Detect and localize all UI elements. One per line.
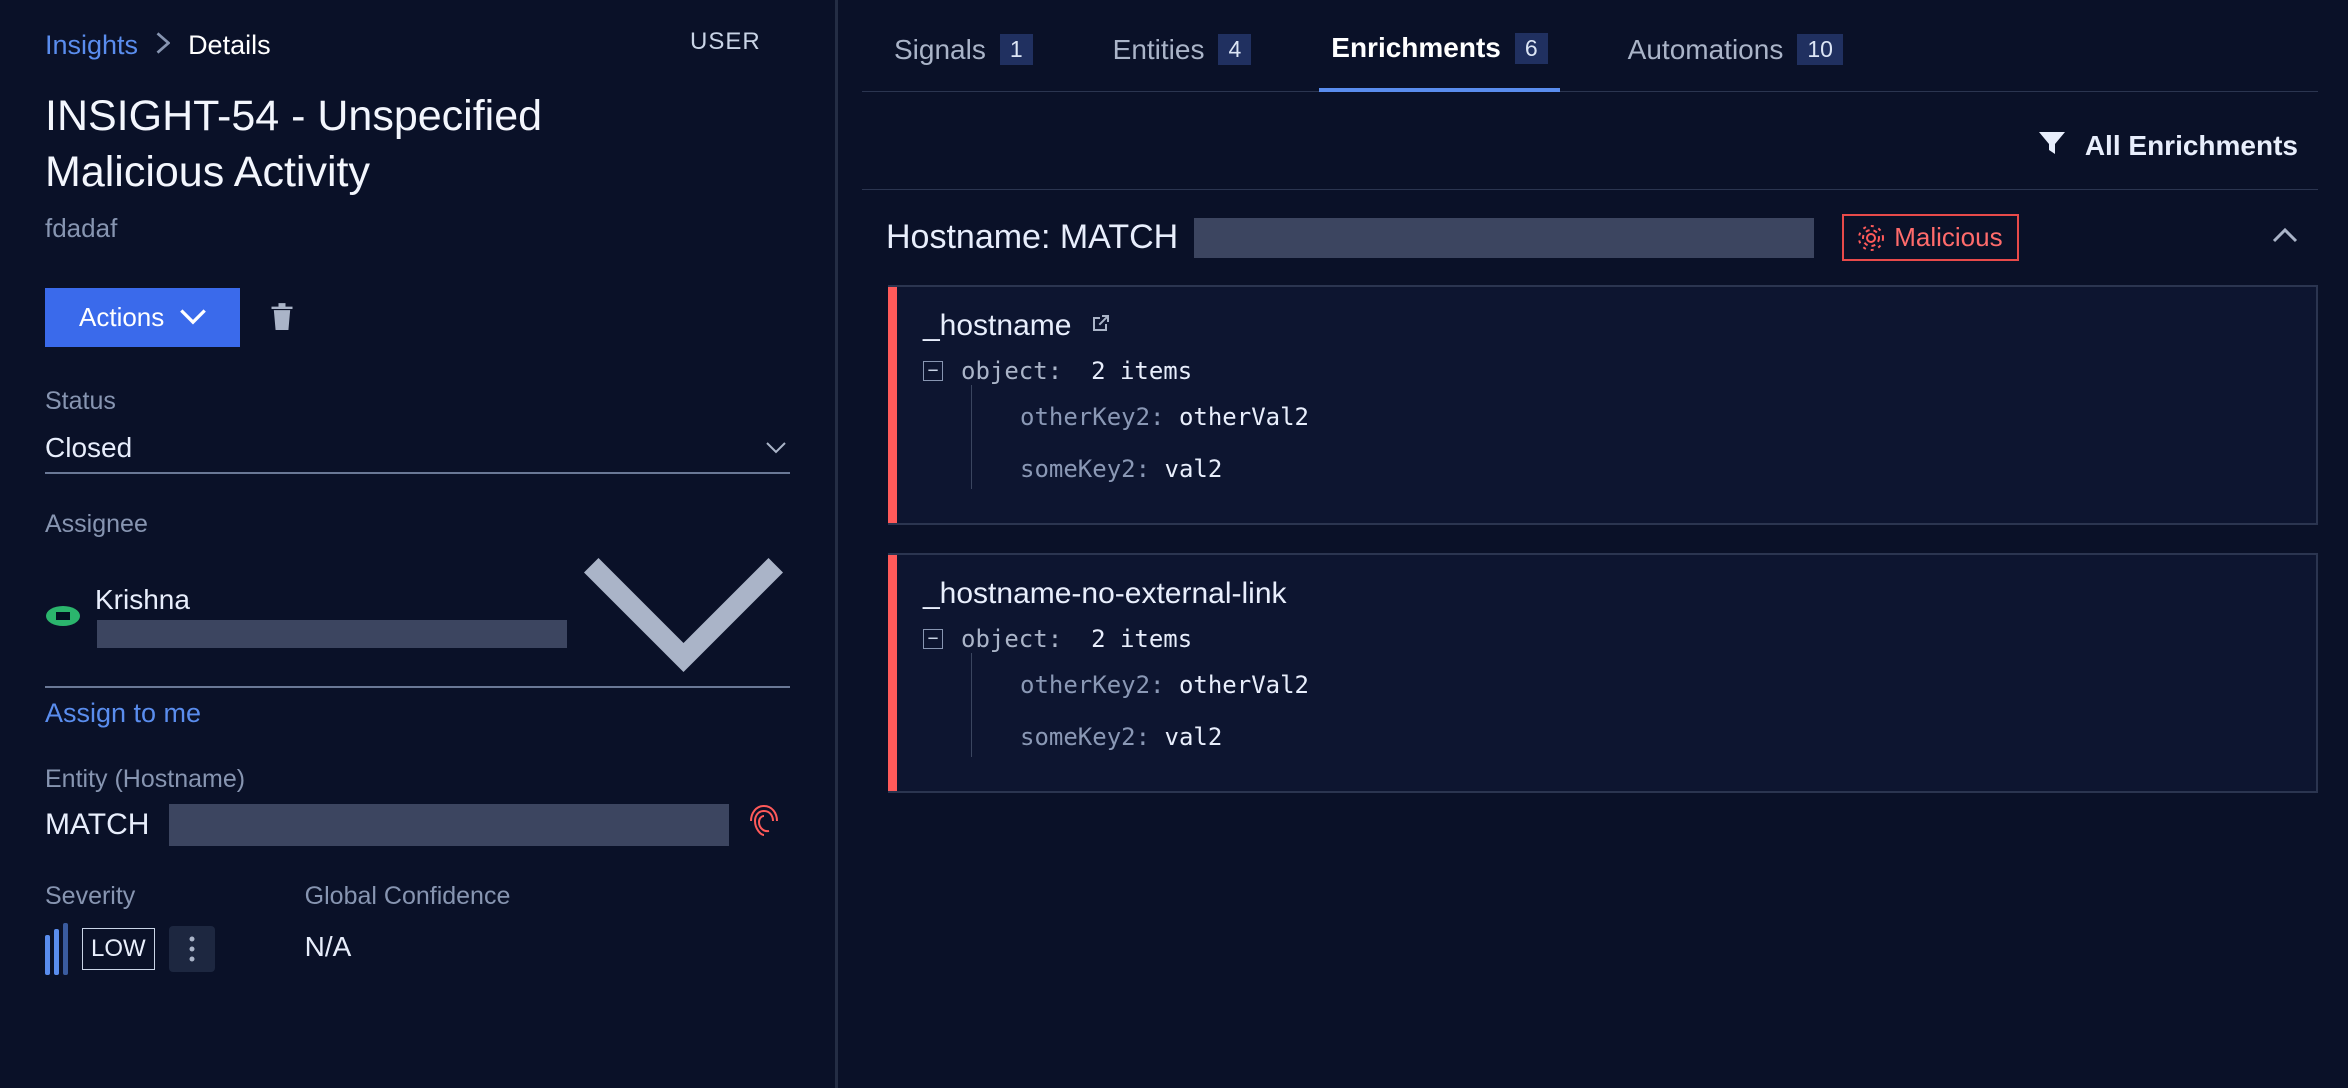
card-title: _hostname	[923, 309, 1071, 343]
chevron-right-icon	[156, 30, 170, 61]
actions-button[interactable]: Actions	[45, 288, 240, 347]
severity-label: Severity	[45, 882, 215, 911]
page-subtitle: fdadaf	[45, 213, 790, 244]
kebab-icon	[189, 936, 195, 962]
status-label: Status	[45, 387, 790, 416]
severity-menu-button[interactable]	[169, 926, 215, 972]
actions-button-label: Actions	[79, 302, 164, 333]
user-tag: USER	[690, 28, 761, 56]
status-select[interactable]: Closed	[45, 426, 790, 474]
tabs: Signals 1 Entities 4 Enrichments 6 Autom…	[862, 0, 2318, 92]
tab-count: 10	[1797, 34, 1843, 65]
breadcrumb-current: Details	[188, 30, 271, 61]
malicious-badge: Malicious	[1842, 214, 2018, 261]
enrichment-title: Hostname: MATCH	[886, 218, 1178, 257]
trash-icon	[268, 298, 296, 334]
external-link-icon[interactable]	[1089, 313, 1111, 340]
tab-signals[interactable]: Signals 1	[882, 22, 1045, 91]
filter-icon[interactable]	[2037, 128, 2067, 163]
tree-collapse-button[interactable]: −	[923, 361, 943, 381]
fingerprint-icon[interactable]	[749, 804, 779, 846]
delete-button[interactable]	[264, 294, 300, 341]
malicious-icon	[1858, 225, 1884, 251]
enrichment-card: _hostname-no-external-link − object: 2 i…	[888, 553, 2318, 793]
tab-count: 6	[1515, 33, 1548, 64]
chevron-down-icon	[180, 309, 206, 325]
assignee-select[interactable]: Krishna	[45, 549, 790, 688]
global-confidence-value: N/A	[305, 931, 511, 963]
tab-count: 4	[1218, 34, 1251, 65]
page-title: INSIGHT-54 - Unspecified Malicious Activ…	[45, 89, 695, 201]
entity-label: Entity (Hostname)	[45, 765, 790, 794]
severity-bars-icon	[45, 923, 68, 975]
breadcrumb-root[interactable]: Insights	[45, 30, 138, 61]
tab-label: Enrichments	[1331, 32, 1501, 64]
kv-row: otherKey2: otherVal2	[1020, 671, 2290, 699]
assignee-name: Krishna	[95, 584, 567, 648]
chevron-down-icon	[581, 555, 786, 678]
entity-value: MATCH	[45, 808, 149, 842]
status-value: Closed	[45, 432, 132, 464]
redacted-text	[97, 620, 567, 648]
kv-row: otherKey2: otherVal2	[1020, 403, 2290, 431]
card-title: _hostname-no-external-link	[923, 577, 1287, 611]
enrichment-card: _hostname − object: 2 items otherKey2: o…	[888, 285, 2318, 525]
assign-to-me-link[interactable]: Assign to me	[45, 698, 790, 729]
redacted-text	[169, 804, 729, 846]
kv-row: someKey2: val2	[1020, 455, 2290, 483]
filter-label[interactable]: All Enrichments	[2085, 130, 2298, 162]
tab-label: Signals	[894, 34, 986, 66]
tab-label: Entities	[1113, 34, 1205, 66]
tab-automations[interactable]: Automations 10	[1616, 22, 1855, 91]
redacted-text	[1194, 218, 1814, 258]
left-panel: Insights Details USER INSIGHT-54 - Unspe…	[0, 0, 838, 1088]
severity-value: LOW	[82, 928, 155, 970]
breadcrumb: Insights Details	[45, 30, 790, 61]
tab-enrichments[interactable]: Enrichments 6	[1319, 22, 1559, 92]
enrichment-group-header: Hostname: MATCH Malicious	[862, 190, 2318, 285]
chevron-down-icon	[766, 442, 786, 454]
card-accent	[888, 287, 897, 523]
tab-entities[interactable]: Entities 4	[1101, 22, 1264, 91]
panel-toolbar: All Enrichments	[862, 92, 2318, 190]
collapse-button[interactable]	[2272, 227, 2298, 248]
kv-row: someKey2: val2	[1020, 723, 2290, 751]
tab-count: 1	[1000, 34, 1033, 65]
assignee-label: Assignee	[45, 510, 790, 539]
tree-collapse-button[interactable]: −	[923, 629, 943, 649]
avatar-icon	[45, 601, 81, 631]
tab-label: Automations	[1628, 34, 1784, 66]
global-confidence-label: Global Confidence	[305, 882, 511, 911]
right-panel: Signals 1 Entities 4 Enrichments 6 Autom…	[838, 0, 2348, 1088]
card-accent	[888, 555, 897, 791]
